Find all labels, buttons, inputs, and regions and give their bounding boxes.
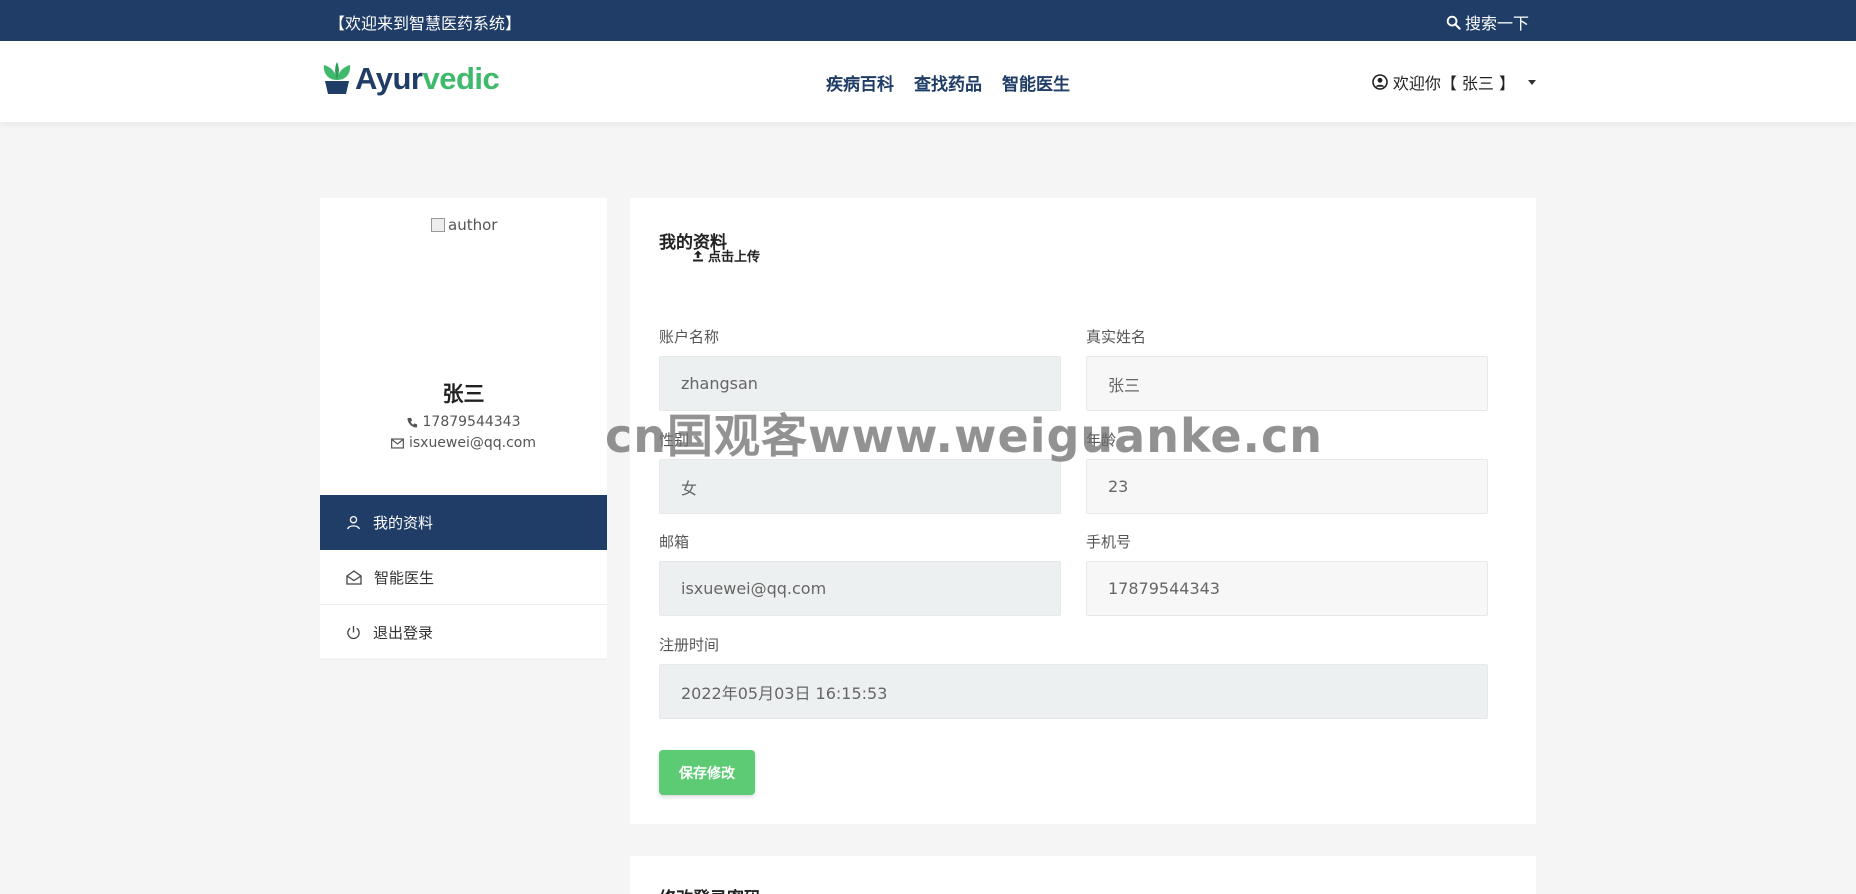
age-input[interactable]: [1086, 459, 1488, 514]
email-input[interactable]: [659, 561, 1061, 616]
profile-sidebar: author 张三 17879544343 isxuewei@qq.com 我的…: [320, 198, 607, 660]
phone-input[interactable]: [1086, 561, 1488, 616]
sidebar-item-label: 退出登录: [373, 623, 434, 642]
gender-input[interactable]: [659, 459, 1061, 514]
account-name-input[interactable]: [659, 356, 1061, 411]
sidebar-item-label: 我的资料: [373, 514, 434, 532]
save-button[interactable]: 保存修改: [659, 750, 755, 795]
email-label: 邮箱: [659, 533, 690, 551]
chevron-down-icon: [1528, 79, 1536, 85]
profile-phone-text: 17879544343: [422, 414, 521, 430]
top-bar: 【欢迎来到智慧医药系统】 搜索一下: [0, 0, 1856, 41]
account-label: 账户名称: [659, 328, 720, 346]
profile-email-text: isxuewei@qq.com: [408, 435, 537, 451]
logo-text-part1: Ayur: [355, 61, 423, 96]
profile-name: 张三: [442, 382, 485, 406]
envelope-icon: [391, 437, 404, 449]
profile-email: isxuewei@qq.com: [320, 435, 607, 451]
sidebar-menu: 我的资料 智能医生 退出登录: [320, 495, 607, 660]
register-time-label: 注册时间: [659, 636, 720, 654]
broken-image-icon: [431, 218, 445, 232]
upload-icon: [693, 250, 703, 261]
avatar: author: [431, 216, 497, 234]
user-icon: [347, 515, 360, 530]
sidebar-item-label: 智能医生: [374, 568, 435, 587]
power-icon: [347, 625, 360, 639]
phone-icon: [406, 417, 417, 428]
main-nav: 疾病百科 查找药品 智能医生: [826, 70, 1070, 95]
nav-smart-doctor[interactable]: 智能医生: [1002, 70, 1070, 95]
profile-card: 我的资料 点击上传 账户名称 真实姓名 性别 年龄 邮箱 手机号 注册时间 保存…: [630, 198, 1536, 824]
welcome-text: 【欢迎来到智慧医药系统】: [329, 14, 522, 33]
search-label: 搜索一下: [1464, 14, 1529, 33]
nav-find-medicine[interactable]: 查找药品: [914, 70, 982, 95]
logo[interactable]: Ayurvedic: [321, 61, 500, 97]
sidebar-item-smart-doctor[interactable]: 智能医生: [320, 550, 607, 605]
leaf-pot-logo-icon: [323, 62, 351, 94]
avatar-alt-text: author: [448, 216, 498, 234]
profile-phone: 17879544343: [320, 414, 607, 430]
search-icon: [1446, 15, 1461, 30]
real-name-input[interactable]: [1086, 356, 1488, 411]
change-password-title: 修改登录密码: [659, 884, 761, 894]
sidebar-item-my-profile[interactable]: 我的资料: [320, 495, 607, 550]
upload-label: 点击上传: [708, 250, 761, 265]
user-menu-dropdown[interactable]: 欢迎你【 张三 】: [1372, 70, 1536, 94]
user-circle-icon: [1372, 74, 1388, 90]
change-password-card: 修改登录密码: [630, 856, 1536, 894]
sidebar-item-logout[interactable]: 退出登录: [320, 605, 607, 660]
logo-text-part2: vedic: [422, 61, 500, 96]
main-header: Ayurvedic 疾病百科 查找药品 智能医生 欢迎你【 张三 】: [0, 41, 1856, 122]
register-time-input[interactable]: [659, 664, 1488, 719]
real-name-label: 真实姓名: [1086, 328, 1147, 346]
envelope-open-icon: [346, 569, 362, 585]
gender-label: 性别: [659, 431, 690, 449]
upload-avatar-button[interactable]: 点击上传: [692, 246, 760, 265]
search-link[interactable]: 搜索一下: [1446, 10, 1529, 34]
age-label: 年龄: [1086, 431, 1117, 449]
user-menu-label: 欢迎你【 张三 】: [1392, 74, 1515, 93]
phone-label: 手机号: [1086, 533, 1132, 551]
nav-disease-wiki[interactable]: 疾病百科: [826, 70, 894, 95]
